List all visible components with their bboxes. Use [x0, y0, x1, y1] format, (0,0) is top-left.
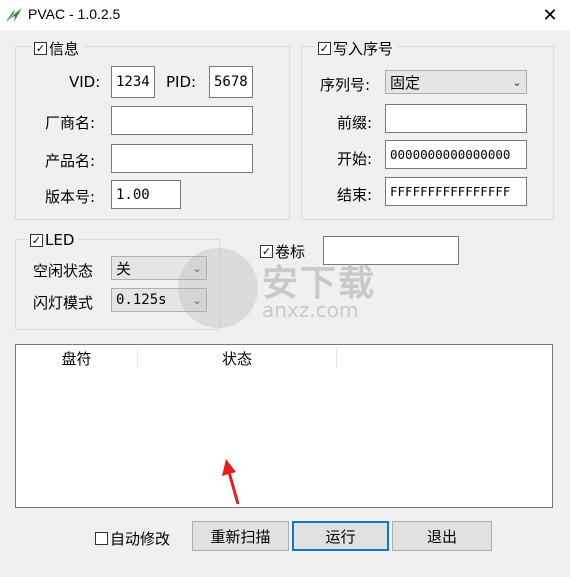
manufacturer-label: 厂商名:	[45, 114, 96, 132]
idle-state-label: 空闲状态	[33, 262, 94, 280]
prefix-field[interactable]	[385, 104, 527, 133]
start-label: 开始:	[337, 150, 373, 168]
watermark-logo-icon	[178, 248, 258, 328]
blink-mode-value: 0.125s	[116, 292, 167, 308]
column-header-status[interactable]: 状态	[138, 345, 336, 371]
vid-field[interactable]: 1234	[111, 66, 155, 98]
start-field[interactable]: 0000000000000000	[385, 140, 527, 169]
window-title: PVAC - 1.0.2.5	[28, 6, 121, 22]
pid-field[interactable]: 5678	[209, 66, 253, 98]
exit-button[interactable]: 退出	[392, 521, 492, 551]
manufacturer-field[interactable]	[111, 106, 253, 135]
auto-modify-checkbox[interactable]	[95, 531, 108, 545]
led-group-header: ✓ LED	[28, 231, 79, 249]
info-group-header: ✓ 信息	[32, 39, 84, 58]
auto-modify-label: 自动修改	[110, 529, 171, 548]
led-group-title: LED	[45, 231, 75, 249]
auto-modify-row: 自动修改	[93, 528, 174, 548]
close-button[interactable]: ✕	[530, 0, 570, 30]
prefix-label: 前缀:	[337, 114, 373, 132]
vid-label: VID:	[69, 73, 101, 91]
product-field[interactable]	[111, 144, 253, 173]
watermark-url: anxz.com	[262, 298, 359, 322]
serial-label: 序列号:	[320, 76, 371, 94]
blink-mode-label: 闪灯模式	[33, 294, 94, 312]
serial-group-header: ✓ 写入序号	[316, 39, 398, 58]
rescan-button[interactable]: 重新扫描	[192, 521, 289, 551]
chevron-down-icon: ⌄	[512, 75, 522, 89]
red-arrow-icon	[222, 459, 240, 505]
serial-checkbox[interactable]: ✓	[318, 41, 331, 55]
info-checkbox[interactable]: ✓	[34, 41, 47, 55]
info-group-title: 信息	[49, 39, 80, 58]
serial-group-title: 写入序号	[333, 39, 394, 58]
pid-label: PID:	[166, 73, 197, 91]
drive-table[interactable]: 盘符 状态	[15, 344, 553, 508]
end-label: 结束:	[337, 186, 373, 204]
serial-mode-select[interactable]: 固定 ⌄	[385, 70, 527, 94]
column-header-drive[interactable]: 盘符	[16, 345, 137, 371]
version-label: 版本号:	[45, 188, 96, 206]
product-label: 产品名:	[45, 152, 96, 170]
serial-mode-value: 固定	[390, 73, 421, 92]
close-icon: ✕	[542, 4, 558, 26]
app-logo-icon	[6, 8, 22, 22]
column-divider	[336, 347, 337, 369]
end-field[interactable]: FFFFFFFFFFFFFFFF	[385, 177, 527, 206]
version-field[interactable]: 1.00	[111, 180, 181, 209]
run-button[interactable]: 运行	[292, 521, 389, 551]
led-checkbox[interactable]: ✓	[30, 233, 43, 247]
idle-state-value: 关	[116, 259, 132, 278]
